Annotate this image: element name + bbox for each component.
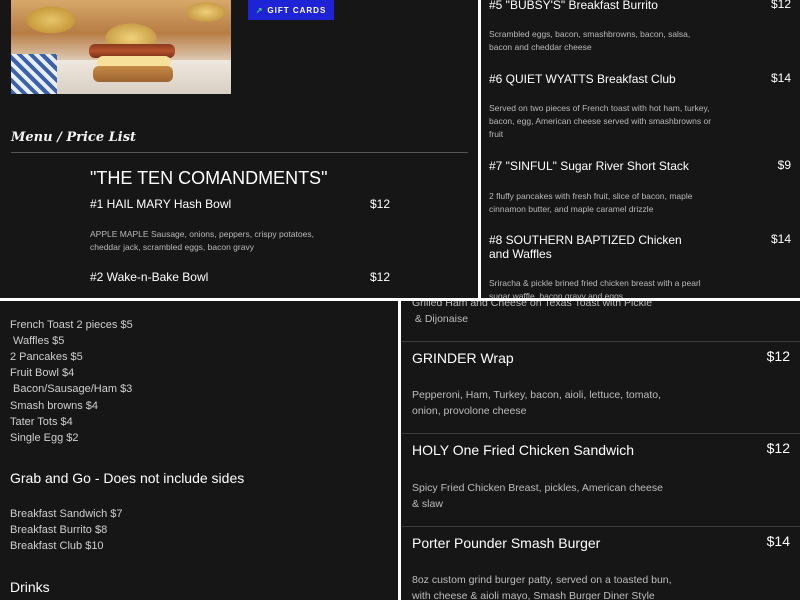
sides-list-item: Smash browns $4	[10, 400, 99, 412]
napkin-shape	[11, 54, 57, 94]
sides-list-item: Single Egg $2	[10, 432, 79, 444]
divider	[401, 433, 800, 434]
sides-list-item: French Toast 2 pieces $5	[10, 319, 133, 331]
top-right-panel: #5 "BUBSY'S" Breakfast Burrito $12 Scram…	[481, 0, 800, 298]
sides-list-item: 2 Pancakes $5	[10, 351, 83, 363]
menu-price-list-title: Menu / Price List	[11, 130, 137, 145]
drinks-heading: Drinks	[10, 579, 50, 595]
menu-item-description: Grilled Ham and Cheese on Texas Toast wi…	[412, 301, 653, 309]
sides-list-item: Fruit Bowl $4	[10, 367, 75, 379]
menu-item-description: Scrambled eggs, bacon, smashbrowns, baco…	[489, 29, 691, 52]
menu-item-name: #7 "SINFUL" Sugar River Short Stack	[489, 159, 689, 173]
menu-item-description: Spicy Fried Chicken Breast, pickles, Ame…	[412, 482, 663, 510]
menu-item-price: $12	[369, 270, 390, 284]
leaf-icon: ↗	[255, 5, 264, 15]
divider	[401, 526, 800, 527]
top-left-panel: ↗ GIFT CARDS Menu / Price List "THE TEN …	[0, 0, 478, 298]
menu-item-name: #5 "BUBSY'S" Breakfast Burrito	[489, 0, 658, 12]
divider	[401, 341, 800, 342]
bottom-right-panel: Grilled Ham and Cheese on Texas Toast wi…	[401, 301, 800, 600]
grab-list-item: Breakfast Burrito $8	[10, 524, 108, 536]
gift-cards-button[interactable]: ↗ GIFT CARDS	[248, 0, 334, 20]
grab-list-item: Breakfast Sandwich $7	[10, 508, 123, 520]
menu-item-price: $12	[766, 348, 790, 364]
grab-list-item: Breakfast Club $10	[10, 540, 104, 552]
menu-item-price: $12	[770, 0, 791, 11]
menu-item-description: 2 fluffy pancakes with fresh fruit, slic…	[489, 191, 693, 214]
menu-item-price: $9	[777, 158, 791, 172]
bread-shape	[93, 66, 173, 82]
menu-item-description: Served on two pieces of French toast wit…	[489, 103, 712, 139]
section-heading: "THE TEN COMANDMENTS"	[90, 168, 328, 188]
sides-list-item: Waffles $5	[10, 335, 65, 347]
menu-item-name: GRINDER Wrap	[412, 350, 514, 366]
menu-item-description: Sriracha & pickle brined fried chicken b…	[489, 278, 701, 298]
menu-item-name: Porter Pounder Smash Burger	[412, 535, 601, 551]
menu-item-name: HOLY One Fried Chicken Sandwich	[412, 442, 635, 458]
menu-item-price: $12	[766, 440, 790, 456]
menu-item-name: #1 HAIL MARY Hash Bowl	[90, 197, 232, 211]
divider	[11, 152, 468, 153]
menu-item-price: $14	[770, 71, 791, 85]
menu-item-name: #8 SOUTHERN BAPTIZED Chicken and Waffles	[489, 233, 682, 261]
menu-item-description: 8oz custom grind burger patty, served on…	[412, 574, 672, 600]
menu-item-price: $14	[766, 533, 790, 549]
grab-and-go-heading: Grab and Go - Does not include sides	[10, 470, 245, 486]
menu-item-description: APPLE MAPLE Sausage, onions, peppers, cr…	[90, 229, 314, 252]
sides-list-item: Tater Tots $4	[10, 416, 73, 428]
menu-item-price: $12	[369, 197, 390, 211]
menu-item-name: #2 Wake-n-Bake Bowl	[90, 270, 209, 284]
menu-item-price: $14	[770, 232, 791, 246]
breakfast-sandwich-photo	[11, 0, 231, 94]
sides-list-item: Bacon/Sausage/Ham $3	[10, 383, 133, 395]
menu-item-description: Pepperoni, Ham, Turkey, bacon, aioli, le…	[412, 389, 662, 417]
menu-item-name: #6 QUIET WYATTS Breakfast Club	[489, 72, 676, 86]
bottom-left-panel: French Toast 2 pieces $5 Waffles $5 2 Pa…	[0, 301, 398, 600]
menu-item-description: & Dijonaise	[412, 313, 469, 325]
gift-cards-label: GIFT CARDS	[267, 5, 327, 15]
